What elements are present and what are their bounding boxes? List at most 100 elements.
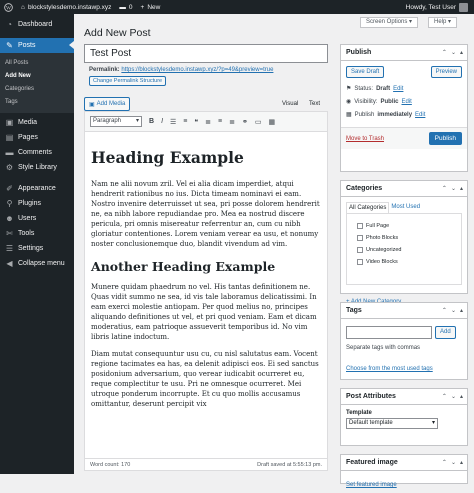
site-name-link[interactable]: ⌂ blockstylesdemo.instawp.xyz [17, 0, 115, 14]
collapse-toggle-icon[interactable]: ▴ [460, 393, 463, 400]
editor-content[interactable]: Heading Example Nam ne alii novum zril. … [85, 132, 327, 422]
bullet-list-icon[interactable]: ☰ [170, 118, 176, 126]
link-icon[interactable]: ⚭ [242, 118, 248, 126]
collapse-menu-button[interactable]: ◀ Collapse menu [0, 256, 74, 271]
italic-icon[interactable]: I [161, 118, 163, 125]
chevron-up-icon[interactable]: ⌃ [442, 459, 447, 466]
move-to-trash-link[interactable]: Move to Trash [346, 136, 384, 142]
choose-tags-link[interactable]: Choose from the most used tags [346, 366, 433, 372]
change-permalink-button[interactable]: Change Permalink Structure [89, 76, 167, 86]
screen-options-button[interactable]: Screen Options ▾ [360, 17, 419, 28]
menu-item-pages[interactable]: ▤ Pages [0, 130, 74, 145]
chevron-down-icon[interactable]: ⌄ [451, 393, 456, 400]
toolbar-toggle-icon[interactable]: ▦ [269, 118, 276, 126]
collapse-toggle-icon[interactable]: ▴ [460, 49, 463, 56]
tab-most-used[interactable]: Most Used [389, 202, 422, 213]
menu-item-settings[interactable]: ☰ Settings [0, 241, 74, 256]
collapse-toggle-icon[interactable]: ▴ [460, 459, 463, 466]
settings-icon: ☰ [5, 244, 14, 253]
tab-all-categories[interactable]: All Categories [346, 202, 390, 213]
add-media-button[interactable]: ▣ Add Media [84, 97, 131, 111]
publish-box-header: Publish ⌃ ⌄ ▴ [341, 45, 467, 61]
checkbox[interactable] [357, 247, 363, 253]
visibility-row: ◉ Visibility: Public Edit [346, 98, 412, 106]
tags-box-header: Tags ⌃ ⌄ ▴ [341, 303, 467, 319]
chevron-down-icon[interactable]: ⌄ [451, 49, 456, 56]
checkbox[interactable] [357, 235, 363, 241]
menu-item-appearance[interactable]: ✐ Appearance [0, 181, 74, 196]
admin-menu: ◔ Dashboard ✎ Posts All Posts Add New Cate… [0, 14, 74, 474]
featured-image-box: Featured image ⌃ ⌄ ▴ Set featured image [340, 454, 468, 488]
tab-text[interactable]: Text [309, 101, 320, 111]
permalink-link[interactable]: https://blockstylesdemo.instawp.xyz/?p=4… [121, 67, 273, 73]
edit-status-link[interactable]: Edit [393, 86, 403, 92]
publish-button[interactable]: Publish [428, 132, 462, 145]
format-select[interactable]: Paragraph [90, 116, 142, 127]
post-title-input[interactable]: Test Post [84, 44, 328, 63]
category-item[interactable]: Uncategorized [351, 244, 457, 256]
avatar [459, 2, 468, 12]
read-more-icon[interactable]: ▭ [255, 118, 262, 126]
menu-item-posts[interactable]: ✎ Posts [0, 38, 74, 53]
menu-item-comments[interactable]: ▬ Comments [0, 145, 74, 160]
collapse-toggle-icon[interactable]: ▴ [460, 307, 463, 314]
menu-item-dashboard[interactable]: ◔ Dashboard [0, 17, 74, 32]
menu-item-users[interactable]: ☻ Users [0, 211, 74, 226]
wp-logo-icon[interactable]: W [0, 0, 17, 14]
post-attributes-header: Post Attributes ⌃ ⌄ ▴ [341, 389, 467, 405]
chevron-down-icon[interactable]: ⌄ [451, 185, 456, 192]
menu-item-plugins[interactable]: ⚲ Plugins [0, 196, 74, 211]
post-editor: Paragraph B I ☰ ≡ ❝ ≣ ≡ ≣ ⚭ ▭ ▦ Heading … [84, 111, 328, 471]
save-draft-button[interactable]: Save Draft [346, 66, 385, 78]
add-tag-button[interactable]: Add [435, 326, 456, 339]
posts-submenu: All Posts Add New Categories Tags [0, 53, 74, 113]
chevron-up-icon[interactable]: ⌃ [442, 307, 447, 314]
checkbox[interactable] [357, 223, 363, 229]
category-item[interactable]: Full Page [351, 220, 457, 232]
preview-button[interactable]: Preview [430, 66, 462, 78]
comments-link[interactable]: ▬ 0 [115, 0, 136, 14]
tag-input-row: Add [341, 319, 467, 342]
calendar-icon: ▦ [346, 112, 352, 118]
align-center-icon[interactable]: ≡ [218, 118, 222, 125]
submenu-item-add-new[interactable]: Add New [0, 70, 74, 83]
dashboard-icon: ◔ [7, 20, 12, 29]
chevron-down-icon[interactable]: ⌄ [451, 307, 456, 314]
numbered-list-icon[interactable]: ≡ [183, 118, 187, 125]
pages-icon: ▤ [5, 133, 14, 142]
menu-item-media[interactable]: ▣ Media [0, 115, 74, 130]
new-content-link[interactable]: + New [137, 0, 165, 14]
chevron-up-icon[interactable]: ⌃ [442, 393, 447, 400]
collapse-toggle-icon[interactable]: ▴ [460, 185, 463, 192]
chevron-up-icon[interactable]: ⌃ [442, 185, 447, 192]
chevron-down-icon[interactable]: ⌄ [451, 459, 456, 466]
help-button[interactable]: Help ▾ [428, 17, 458, 28]
template-select[interactable]: Default template [346, 418, 438, 429]
bold-icon[interactable]: B [149, 118, 154, 125]
blockquote-icon[interactable]: ❝ [194, 118, 198, 126]
edit-visibility-link[interactable]: Edit [402, 99, 412, 105]
editor-status-bar: Word count: 170 Draft saved at 5:55:13 p… [85, 458, 327, 470]
user-account-link[interactable]: Howdy, Test User [402, 0, 474, 14]
tag-input[interactable] [346, 326, 432, 339]
align-left-icon[interactable]: ≣ [205, 118, 211, 126]
tab-visual[interactable]: Visual [282, 101, 298, 111]
categories-box-header: Categories ⌃ ⌄ ▴ [341, 181, 467, 197]
submenu-item-tags[interactable]: Tags [0, 96, 74, 109]
publish-actions: Save Draft Preview [341, 61, 467, 82]
main-content: Screen Options ▾ Help ▾ Add New Post Tes… [74, 14, 474, 488]
category-item[interactable]: Video Blocks [351, 256, 457, 268]
chevron-up-icon[interactable]: ⌃ [442, 49, 447, 56]
menu-item-style-library[interactable]: ⚙ Style Library [0, 160, 74, 175]
align-right-icon[interactable]: ≣ [229, 118, 235, 126]
submenu-item-categories[interactable]: Categories [0, 83, 74, 96]
category-checklist: Full Page Photo Blocks Uncategorized Vid… [346, 213, 462, 285]
checkbox[interactable] [357, 259, 363, 265]
content-paragraph-3: Diam mutat consequuntur usu cu, cu nisl … [91, 350, 319, 408]
submenu-item-all-posts[interactable]: All Posts [0, 57, 74, 70]
set-featured-image-link[interactable]: Set featured image [346, 482, 397, 488]
menu-item-tools[interactable]: ✄ Tools [0, 226, 74, 241]
edit-date-link[interactable]: Edit [415, 112, 425, 118]
category-item[interactable]: Photo Blocks [351, 232, 457, 244]
eye-icon: ◉ [346, 99, 352, 105]
